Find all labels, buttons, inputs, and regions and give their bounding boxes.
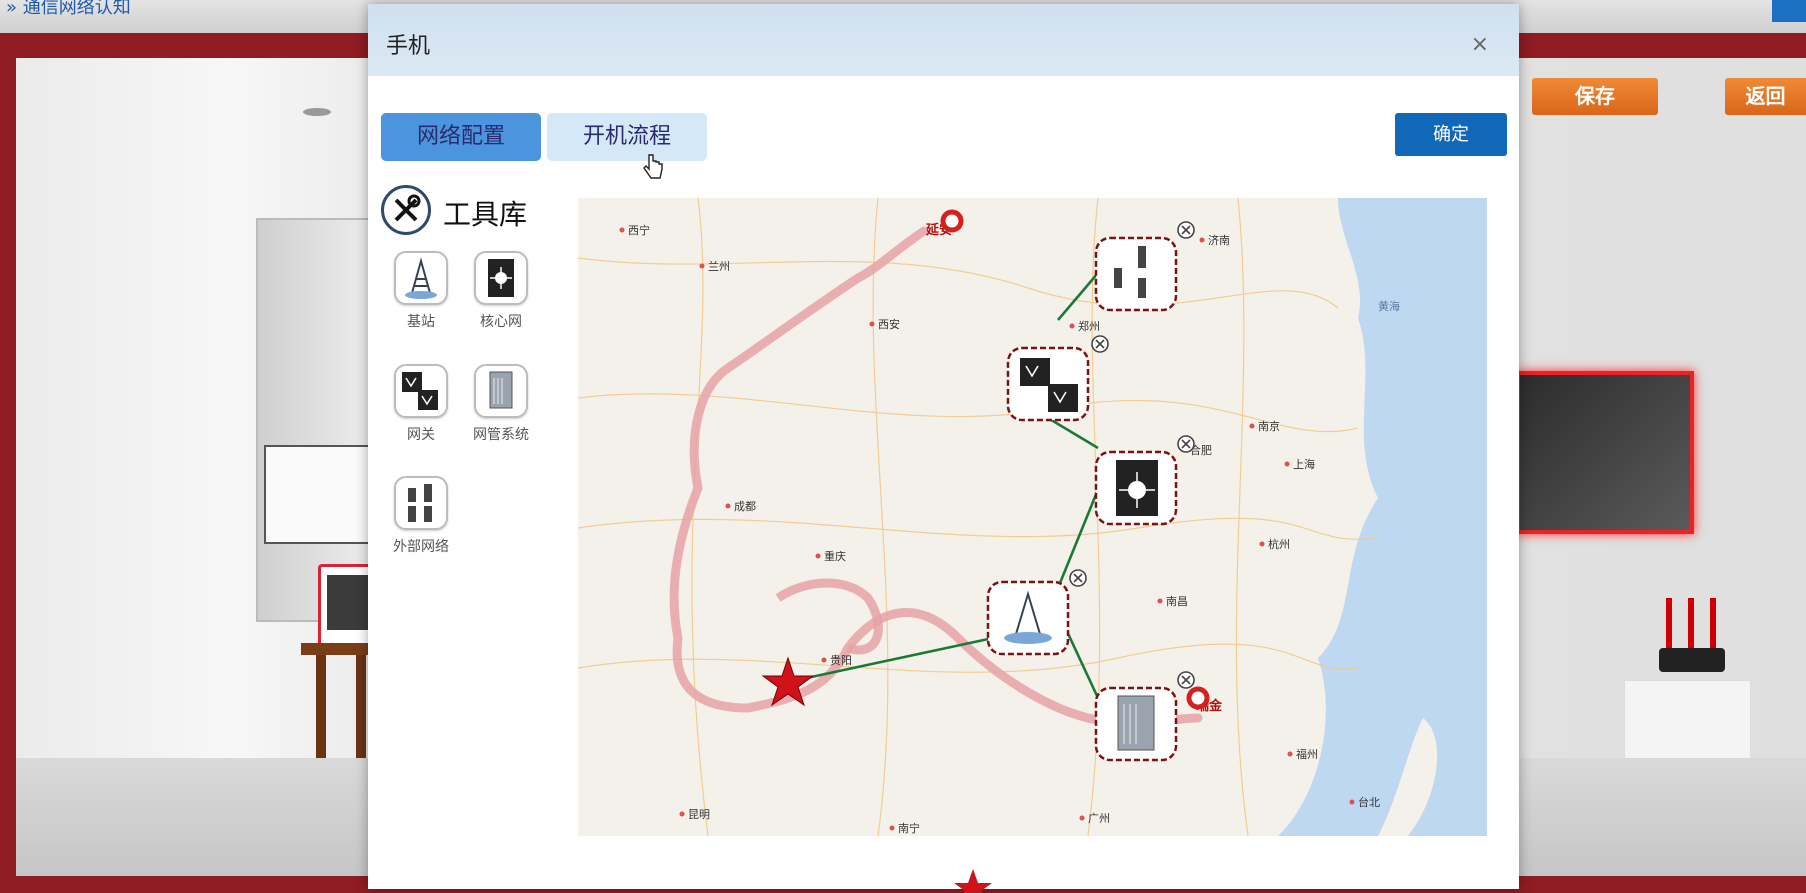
tool-label: 网关: [407, 427, 435, 443]
city-dot: [619, 227, 625, 233]
corner-button[interactable]: [1772, 0, 1806, 22]
city-dot: [1284, 461, 1290, 467]
tools-icon: [381, 185, 431, 235]
dialog-header: 手机 ×: [368, 4, 1519, 76]
router-device[interactable]: [1659, 648, 1725, 672]
confirm-button[interactable]: 确定: [1395, 113, 1507, 156]
external-network-icon: [394, 476, 448, 530]
yanan-marker: [940, 209, 964, 233]
legend-star-icon: [954, 869, 992, 893]
city-label: 济南: [1208, 233, 1230, 247]
phone-dialog: 手机 × 网络配置 开机流程 确定 工具库 基站 核心网 网关 网管系统 外部网…: [368, 4, 1519, 893]
city-label: 成都: [734, 500, 756, 513]
base-station-icon: [394, 251, 448, 305]
back-button[interactable]: 返回: [1725, 78, 1806, 115]
tool-label: 网管系统: [473, 427, 529, 443]
node-external-network[interactable]: [1094, 236, 1178, 312]
toolbox-title: 工具库: [443, 198, 528, 231]
city-label: 杭州: [1268, 537, 1290, 551]
node-core-network[interactable]: [1094, 450, 1178, 526]
city-dot: [699, 263, 705, 269]
city-dot: [815, 553, 821, 559]
city-dot: [679, 811, 685, 817]
remove-node-icon[interactable]: [1177, 671, 1195, 689]
city-dot: [1287, 751, 1293, 757]
city-label: 南宁: [898, 821, 920, 835]
city-label: 台北: [1358, 795, 1380, 809]
city-dot: [1157, 598, 1163, 604]
city-dot: [1079, 815, 1085, 821]
nms-server-icon: [474, 364, 528, 418]
remove-node-icon[interactable]: [1069, 569, 1087, 587]
city-label: 上海: [1293, 457, 1315, 471]
remove-node-icon[interactable]: [1177, 435, 1195, 453]
remove-node-icon[interactable]: [1091, 335, 1109, 353]
city-label: 广州: [1088, 812, 1110, 825]
city-label: 贵阳: [830, 654, 852, 667]
node-nms-server[interactable]: [1094, 686, 1178, 762]
city-label: 昆明: [688, 808, 710, 821]
tab-boot-process[interactable]: 开机流程: [547, 113, 707, 161]
save-button[interactable]: 保存: [1532, 78, 1658, 115]
hand-cursor-icon: [643, 154, 663, 179]
node-base-station[interactable]: [986, 580, 1070, 656]
city-label: 南昌: [1166, 595, 1188, 608]
room-window: [256, 218, 380, 622]
tool-nms[interactable]: 网管系统: [461, 364, 541, 444]
city-dot: [1259, 541, 1265, 547]
tab-network-config[interactable]: 网络配置: [381, 113, 541, 161]
city-label: 南京: [1258, 419, 1280, 433]
breadcrumb[interactable]: » 通信网络认知: [6, 0, 131, 19]
tool-base-station[interactable]: 基站: [381, 251, 461, 331]
dialog-title: 手机: [386, 34, 431, 59]
city-dot: [821, 657, 827, 663]
city-dot: [889, 825, 895, 831]
city-dot: [1199, 237, 1205, 243]
ruijin-marker: [1186, 686, 1210, 710]
city-dot: [1069, 323, 1075, 329]
network-map[interactable]: 西宁 兰州 延安 济南 西安 郑州 黄海 合肥 南京 上海 成都 重庆 杭州 南昌 贵阳 福州 瑞金 昆明 台北 广州…: [578, 198, 1487, 836]
tv-device[interactable]: [1516, 371, 1694, 534]
core-network-icon: [474, 251, 528, 305]
tool-gateway[interactable]: 网关: [381, 364, 461, 444]
city-dot: [1249, 423, 1255, 429]
city-label: 西安: [878, 317, 900, 331]
city-dot: [725, 503, 731, 509]
city-dot: [1349, 799, 1355, 805]
city-label: 郑州: [1078, 319, 1100, 333]
city-label: 重庆: [824, 549, 846, 563]
ceiling-lamp: [303, 108, 331, 116]
close-icon[interactable]: ×: [1471, 34, 1489, 56]
remove-node-icon[interactable]: [1177, 221, 1195, 239]
tool-label: 核心网: [480, 314, 522, 330]
tool-label: 外部网络: [393, 539, 449, 555]
city-label: 黄海: [1378, 299, 1400, 313]
city-label: 西宁: [628, 223, 650, 237]
node-gateway[interactable]: [1006, 346, 1090, 422]
city-label: 福州: [1296, 747, 1318, 761]
tool-external-network[interactable]: 外部网络: [381, 476, 461, 556]
city-dot: [869, 321, 875, 327]
tool-label: 基站: [407, 314, 435, 330]
tool-core-network[interactable]: 核心网: [461, 251, 541, 331]
gateway-icon: [394, 364, 448, 418]
city-label: 兰州: [708, 260, 730, 273]
